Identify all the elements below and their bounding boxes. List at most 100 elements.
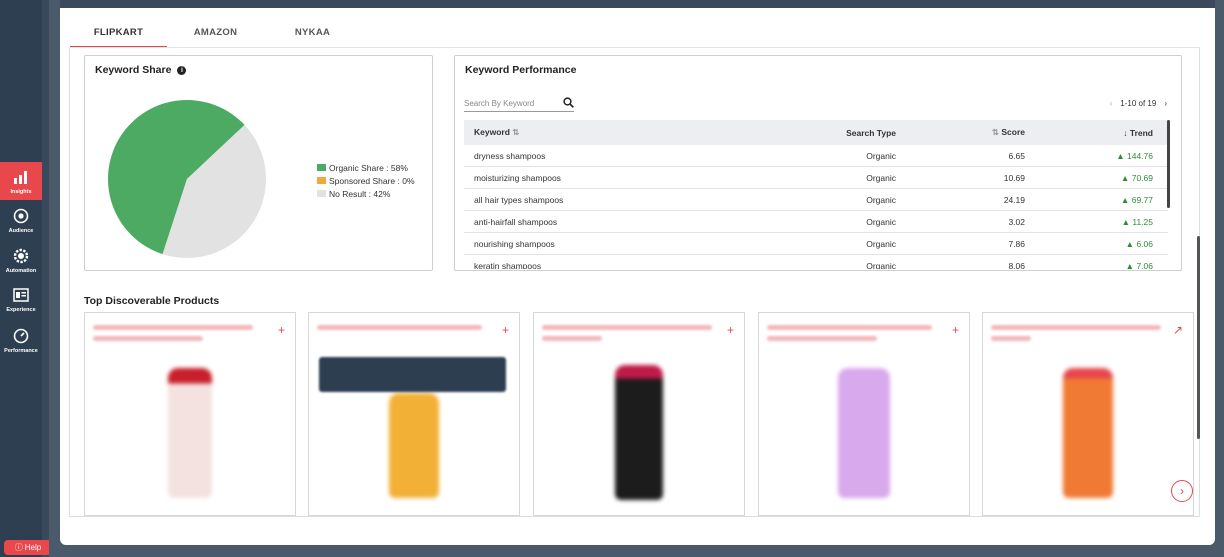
sidebar-item-automation[interactable]: Automation (0, 241, 42, 279)
legend-swatch (317, 190, 326, 197)
tab-amazon[interactable]: AMAZON (167, 22, 264, 48)
cell-score: 3.02 (1008, 216, 1025, 227)
trend-value: 11.25 (1132, 216, 1153, 227)
product-card[interactable]: ↗ (982, 312, 1194, 516)
cell-keyword: moisturizing shampoos (474, 172, 561, 183)
cell-trend: ▲ 144.76 (1025, 151, 1159, 161)
help-button[interactable]: ⓘ Help (4, 540, 52, 555)
cell-keyword: keratin shampoos (474, 260, 542, 270)
legend-label: Sponsored Share : 0% (329, 175, 415, 186)
info-icon[interactable]: i (177, 65, 187, 75)
trend-up-icon: ▲ (1121, 216, 1130, 227)
products-title: Top Discoverable Products (84, 295, 220, 307)
tab-flipkart[interactable]: FLIPKART (70, 22, 167, 48)
keyword-search[interactable]: Search By Keyword (464, 96, 574, 112)
table-row: moisturizing shampoos Organic 10.69 ▲ 70… (464, 167, 1168, 189)
cell-score: 6.65 (1008, 150, 1025, 161)
product-name[interactable] (542, 325, 712, 347)
next-products-button[interactable]: › (1171, 480, 1193, 502)
product-name[interactable] (767, 325, 937, 347)
cell-search-type: Organic (866, 260, 896, 270)
product-name[interactable] (317, 325, 487, 347)
sidebar-item-performance[interactable]: Performance (0, 321, 42, 359)
product-name[interactable] (991, 325, 1161, 347)
cell-score: 7.86 (1008, 238, 1025, 249)
product-image (389, 393, 439, 498)
cell-score: 8.06 (1008, 260, 1025, 270)
product-image (615, 365, 663, 500)
cell-trend: ▲ 7.06 (1025, 261, 1159, 270)
sidebar-item-insights[interactable]: Insights (0, 162, 42, 200)
cell-keyword: all hair types shampoos (474, 194, 564, 205)
column-label: Trend (1129, 127, 1153, 138)
trend-value: 7.06 (1136, 260, 1153, 270)
bar-chart-icon (12, 168, 30, 186)
search-input[interactable]: Search By Keyword (464, 99, 534, 108)
column-trend[interactable]: ↓ Trend (1025, 128, 1159, 138)
prev-page-icon[interactable]: ‹ (1110, 99, 1113, 108)
sidebar-item-experience[interactable]: Experience (0, 280, 42, 318)
legend-swatch (317, 177, 326, 184)
keyword-performance-title: Keyword Performance (465, 64, 577, 76)
legend-label: Organic Share : 58% (329, 162, 408, 173)
product-card[interactable]: + (533, 312, 745, 516)
column-score[interactable]: ⇅ Score (896, 127, 1025, 138)
add-icon[interactable]: + (278, 323, 285, 337)
card-header-bar (60, 0, 1215, 8)
sort-icon[interactable]: ⇅ (992, 127, 999, 137)
column-label: Keyword (474, 127, 510, 137)
help-icon: ⓘ (14, 543, 23, 552)
sort-icon[interactable]: ⇅ (512, 127, 519, 137)
page-scrollbar[interactable] (1197, 236, 1200, 439)
trend-up-icon: ▲ (1116, 150, 1125, 161)
sidebar-item-audience[interactable]: Audience (0, 201, 42, 239)
product-card[interactable]: + (758, 312, 970, 516)
sidebar: Insights Audience Automation Experience … (0, 0, 42, 557)
table-row: dryness shampoos Organic 6.65 ▲ 144.76 (464, 145, 1168, 167)
cell-keyword: dryness shampoos (474, 150, 546, 161)
cell-trend: ▲ 69.77 (1025, 195, 1159, 205)
keyword-share-pie (108, 100, 266, 258)
product-image (1063, 368, 1113, 498)
table-row: keratin shampoos Organic 8.06 ▲ 7.06 (464, 255, 1168, 270)
external-link-icon[interactable]: ↗ (1173, 323, 1183, 337)
add-icon[interactable]: + (727, 323, 734, 337)
product-image (838, 368, 890, 498)
keyword-share-title: Keyword Share (95, 64, 172, 76)
sort-down-icon[interactable]: ↓ (1123, 128, 1127, 138)
sidebar-item-label: Performance (4, 347, 38, 354)
trend-value: 6.06 (1136, 238, 1153, 249)
table-scrollbar[interactable] (1167, 120, 1170, 208)
trend-up-icon: ▲ (1125, 260, 1135, 270)
product-name[interactable] (93, 325, 263, 347)
trend-value: 70.69 (1131, 172, 1153, 183)
keyword-performance-panel: Keyword Performance Search By Keyword ‹ … (454, 55, 1182, 271)
cell-search-type: Organic (866, 172, 896, 183)
search-icon[interactable] (563, 97, 574, 110)
cell-search-type: Organic (866, 150, 896, 161)
help-label: Help (24, 543, 42, 552)
column-keyword[interactable]: Keyword ⇅ (464, 127, 764, 138)
legend-item-sponsored: Sponsored Share : 0% (317, 174, 415, 187)
pagination-label: 1-10 of 19 (1120, 99, 1157, 108)
gauge-icon (12, 327, 30, 345)
trend-value: 144.76 (1127, 150, 1153, 161)
cell-score: 10.69 (1003, 172, 1025, 183)
cell-score: 24.19 (1003, 194, 1025, 205)
product-tooltip (319, 357, 506, 392)
sidebar-item-label: Experience (6, 306, 36, 313)
table-header: Keyword ⇅ Search Type ⇅ Score ↓ Trend (464, 120, 1168, 145)
add-icon[interactable]: + (952, 323, 959, 337)
table-row: all hair types shampoos Organic 24.19 ▲ … (464, 189, 1168, 211)
cell-keyword: nourishing shampoos (474, 238, 555, 249)
keyword-table: Keyword ⇅ Search Type ⇅ Score ↓ Trend dr… (464, 120, 1168, 269)
cell-trend: ▲ 11.25 (1025, 217, 1159, 227)
product-card[interactable]: + (308, 312, 520, 516)
legend-label: No Result : 42% (329, 188, 391, 199)
tab-nykaa[interactable]: NYKAA (264, 22, 361, 48)
next-page-icon[interactable]: › (1164, 99, 1167, 108)
add-icon[interactable]: + (502, 323, 509, 337)
trend-up-icon: ▲ (1120, 172, 1130, 183)
target-icon (12, 207, 30, 225)
product-card[interactable]: + (84, 312, 296, 516)
